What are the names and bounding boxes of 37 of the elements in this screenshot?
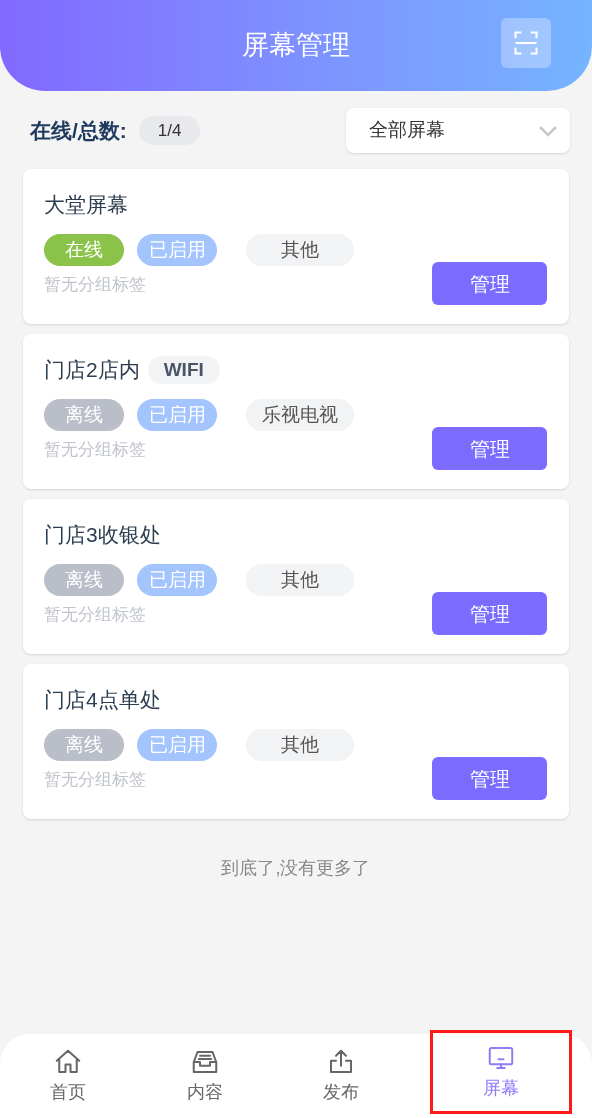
status-tag: 离线 <box>44 399 124 431</box>
screen-name: 门店4点单处 <box>44 687 161 714</box>
scan-icon <box>512 29 540 57</box>
group-label: 暂无分组标签 <box>44 440 146 459</box>
enabled-tag: 已启用 <box>137 729 217 761</box>
device-type-tag: 其他 <box>246 234 354 266</box>
manage-button[interactable]: 管理 <box>432 592 547 635</box>
enabled-tag: 已启用 <box>137 399 217 431</box>
end-of-list-text: 到底了,没有更多了 <box>221 857 371 880</box>
group-label: 暂无分组标签 <box>44 770 146 789</box>
device-type-tag: 其他 <box>246 729 354 761</box>
nav-tab[interactable]: 内容 <box>136 1034 273 1118</box>
enabled-tag: 已启用 <box>137 234 217 266</box>
status-tag: 离线 <box>44 564 124 596</box>
count-badge: 1/4 <box>138 116 201 145</box>
summary-label: 在线/总数: <box>30 117 127 144</box>
scan-button[interactable] <box>501 18 551 68</box>
manage-button[interactable]: 管理 <box>432 262 547 305</box>
nav-tab[interactable]: 发布 <box>273 1034 410 1118</box>
manage-button[interactable]: 管理 <box>432 427 547 470</box>
group-label: 暂无分组标签 <box>44 275 146 294</box>
group-label: 暂无分组标签 <box>44 605 146 624</box>
status-tag: 离线 <box>44 729 124 761</box>
nav-tab[interactable]: 屏幕 <box>429 1030 572 1114</box>
status-tag: 在线 <box>44 234 124 266</box>
network-tag: WIFI <box>147 356 220 384</box>
filter-dropdown[interactable]: 全部屏幕 <box>346 108 570 153</box>
nav-tab[interactable]: 首页 <box>0 1034 137 1118</box>
screen-name: 门店3收银处 <box>44 522 161 549</box>
enabled-tag: 已启用 <box>137 564 217 596</box>
device-type-tag: 乐视电视 <box>246 399 354 431</box>
screen-name: 门店2店内 <box>44 357 140 384</box>
chevron-down-icon <box>538 124 558 137</box>
manage-button[interactable]: 管理 <box>432 757 547 800</box>
device-type-tag: 其他 <box>246 564 354 596</box>
page-title: 屏幕管理 <box>242 29 350 63</box>
screen-name: 大堂屏幕 <box>44 192 128 219</box>
